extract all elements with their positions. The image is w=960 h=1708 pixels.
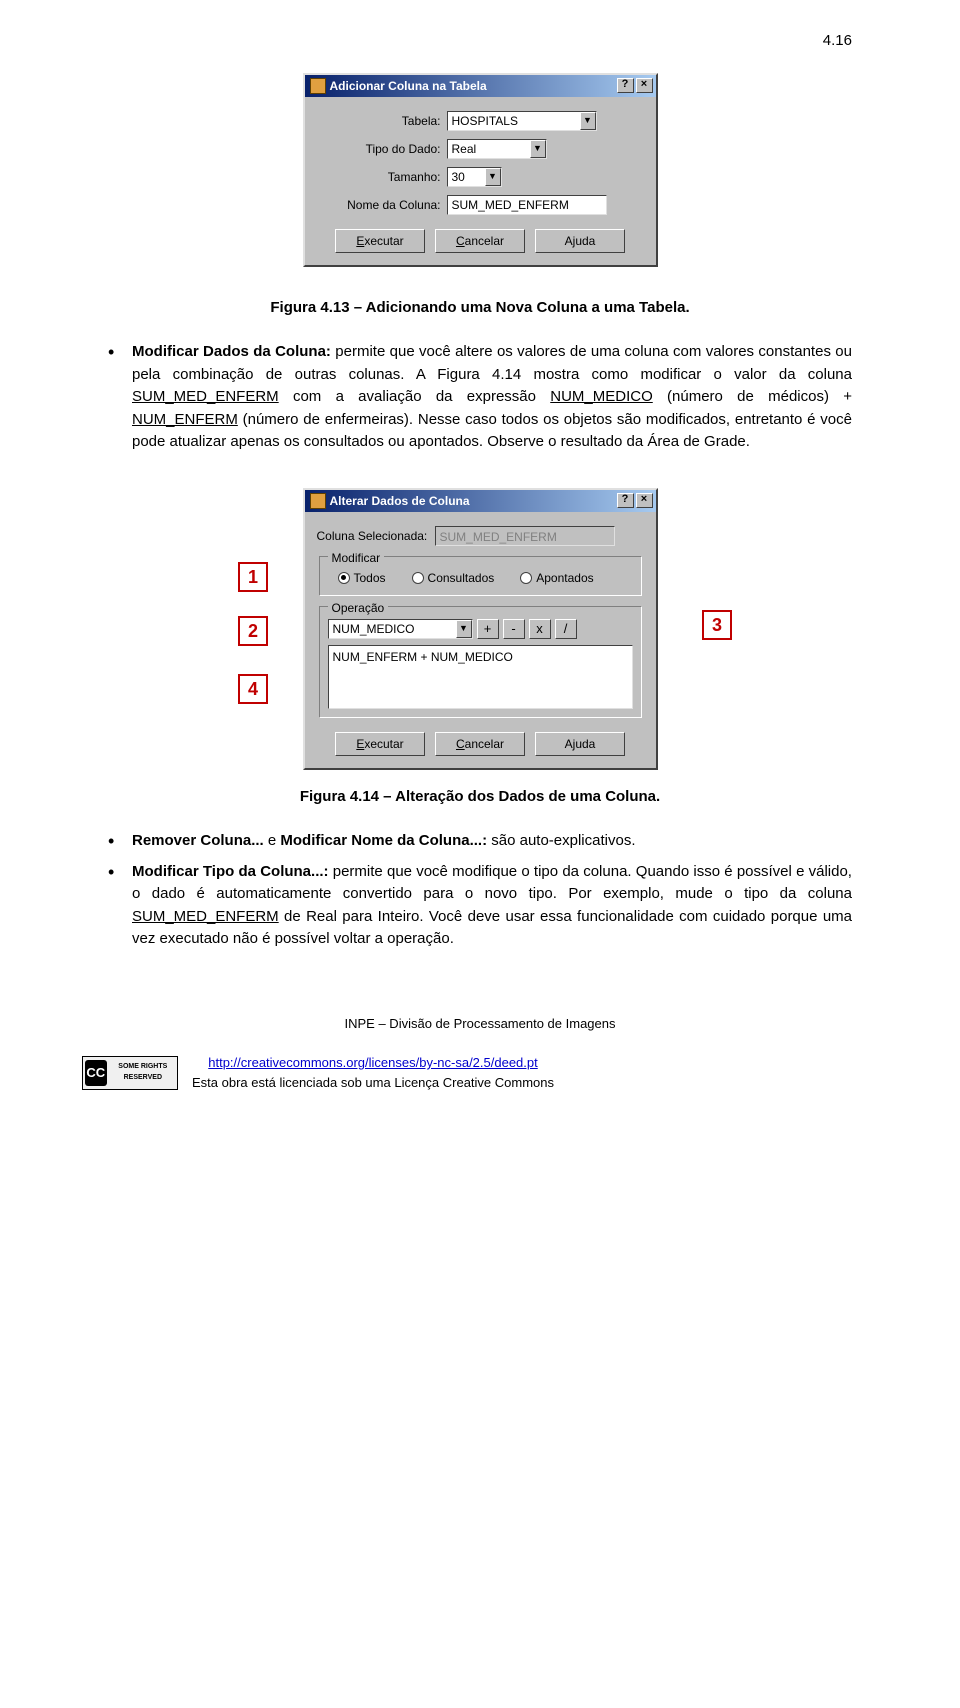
dropdown-operacao-coluna[interactable]: NUM_MEDICO ▼ bbox=[328, 619, 473, 639]
groupbox-operacao-title: Operação bbox=[328, 599, 389, 617]
title-bar: Adicionar Coluna na Tabela ? × bbox=[305, 75, 656, 97]
label-tabela: Tabela: bbox=[317, 112, 447, 130]
cc-logo-icon: CC bbox=[85, 1060, 107, 1086]
footer-inpe: INPE – Divisão de Processamento de Image… bbox=[108, 1014, 852, 1034]
label-tamanho: Tamanho: bbox=[317, 168, 447, 186]
app-icon bbox=[310, 493, 326, 509]
figure-414-wrap: 1 2 3 4 Alterar Dados de Coluna ? × Colu… bbox=[230, 488, 730, 770]
dropdown-tabela-value: HOSPITALS bbox=[448, 111, 580, 131]
cancelar-button[interactable]: Cancelar bbox=[435, 229, 525, 253]
dropdown-tabela[interactable]: HOSPITALS ▼ bbox=[447, 111, 597, 131]
input-nome-coluna[interactable] bbox=[447, 195, 607, 215]
chevron-down-icon[interactable]: ▼ bbox=[580, 112, 596, 130]
label-nome: Nome da Coluna: bbox=[317, 196, 447, 214]
expression-textarea[interactable]: NUM_ENFERM + NUM_MEDICO bbox=[328, 645, 633, 709]
close-button[interactable]: × bbox=[636, 493, 653, 508]
paragraph-modificar-dados: Modificar Dados da Coluna: permite que v… bbox=[132, 341, 852, 454]
paragraph-remover-coluna: Remover Coluna... e Modificar Nome da Co… bbox=[132, 830, 852, 853]
op-minus-button[interactable]: - bbox=[503, 619, 525, 639]
label-tipo: Tipo do Dado: bbox=[317, 140, 447, 158]
groupbox-operacao: Operação NUM_MEDICO ▼ + - x / NUM_ENFERM… bbox=[319, 606, 642, 718]
help-button[interactable]: ? bbox=[617, 78, 634, 93]
title-bar: Alterar Dados de Coluna ? × bbox=[305, 490, 656, 512]
dropdown-tamanho[interactable]: 30 ▼ bbox=[447, 167, 502, 187]
bullet-icon: • bbox=[108, 830, 132, 861]
bullet-icon: • bbox=[108, 861, 132, 959]
groupbox-modificar-title: Modificar bbox=[328, 549, 385, 567]
cancelar-button[interactable]: Cancelar bbox=[435, 732, 525, 756]
dropdown-operacao-value: NUM_MEDICO bbox=[329, 619, 456, 639]
ajuda-button[interactable]: Ajuda bbox=[535, 229, 625, 253]
dialog-alterar-dados: Alterar Dados de Coluna ? × Coluna Selec… bbox=[303, 488, 658, 770]
cc-badge-icon: CC SOME RIGHTS RESERVED bbox=[82, 1056, 178, 1090]
executar-button[interactable]: Executar bbox=[335, 229, 425, 253]
dialog-add-column: Adicionar Coluna na Tabela ? × Tabela: H… bbox=[303, 73, 658, 267]
chevron-down-icon[interactable]: ▼ bbox=[530, 140, 546, 158]
callout-3: 3 bbox=[702, 610, 732, 640]
app-icon bbox=[310, 78, 326, 94]
callout-2: 2 bbox=[238, 616, 268, 646]
ajuda-button[interactable]: Ajuda bbox=[535, 732, 625, 756]
figure-caption-414: Figura 4.14 – Alteração dos Dados de uma… bbox=[108, 786, 852, 809]
footer: INPE – Divisão de Processamento de Image… bbox=[108, 1014, 852, 1093]
chevron-down-icon[interactable]: ▼ bbox=[456, 620, 472, 638]
cc-url-link[interactable]: http://creativecommons.org/licenses/by-n… bbox=[208, 1055, 538, 1070]
op-div-button[interactable]: / bbox=[555, 619, 577, 639]
cc-text: Esta obra está licenciada sob uma Licenç… bbox=[192, 1075, 554, 1090]
bullet-icon: • bbox=[108, 341, 132, 462]
cc-links: http://creativecommons.org/licenses/by-n… bbox=[192, 1053, 554, 1092]
figure-caption-413: Figura 4.13 – Adicionando uma Nova Colun… bbox=[108, 297, 852, 320]
radio-consultados[interactable]: Consultados bbox=[412, 569, 495, 587]
radio-icon bbox=[412, 572, 424, 584]
radio-todos[interactable]: Todos bbox=[338, 569, 386, 587]
label-coluna-selecionada: Coluna Selecionada: bbox=[317, 527, 435, 545]
page-number: 4.16 bbox=[108, 30, 852, 53]
radio-icon bbox=[338, 572, 350, 584]
help-button[interactable]: ? bbox=[617, 493, 634, 508]
groupbox-modificar: Modificar Todos Consultados Apontados bbox=[319, 556, 642, 596]
close-button[interactable]: × bbox=[636, 78, 653, 93]
executar-button[interactable]: Executar bbox=[335, 732, 425, 756]
callout-1: 1 bbox=[238, 562, 268, 592]
dialog-title: Adicionar Coluna na Tabela bbox=[330, 77, 615, 95]
input-coluna-selecionada: SUM_MED_ENFERM bbox=[435, 526, 615, 546]
dropdown-tipo-value: Real bbox=[448, 139, 530, 159]
dropdown-tipo[interactable]: Real ▼ bbox=[447, 139, 547, 159]
chevron-down-icon[interactable]: ▼ bbox=[485, 168, 501, 186]
radio-apontados[interactable]: Apontados bbox=[520, 569, 593, 587]
radio-icon bbox=[520, 572, 532, 584]
callout-4: 4 bbox=[238, 674, 268, 704]
dropdown-tamanho-value: 30 bbox=[448, 167, 485, 187]
dialog-title: Alterar Dados de Coluna bbox=[330, 492, 615, 510]
paragraph-modificar-tipo: Modificar Tipo da Coluna...: permite que… bbox=[132, 861, 852, 951]
op-plus-button[interactable]: + bbox=[477, 619, 499, 639]
op-times-button[interactable]: x bbox=[529, 619, 551, 639]
